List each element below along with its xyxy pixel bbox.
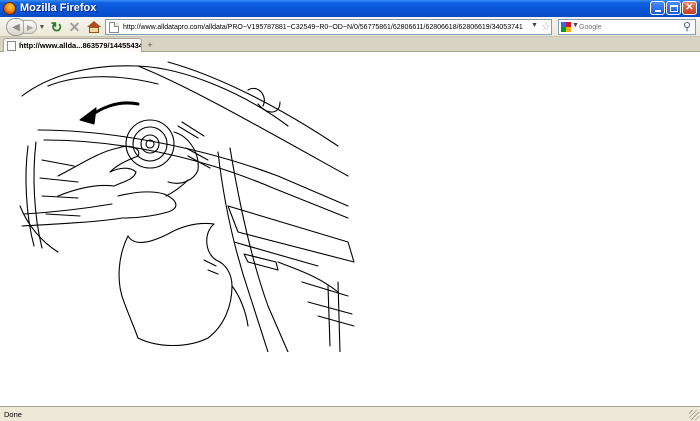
close-icon: ✕ xyxy=(685,2,694,13)
navigation-toolbar: ◀ ▶ ▼ ↻ ✕ http://www.alldatapro.com/alld… xyxy=(0,17,700,37)
tab-label: http://www.allda...863579/144554346 xyxy=(19,41,141,50)
search-input[interactable] xyxy=(579,21,679,33)
reload-button[interactable]: ↻ xyxy=(48,18,65,36)
resize-grip-icon[interactable] xyxy=(689,410,699,420)
bookmark-star-icon[interactable]: ☆ xyxy=(541,20,551,34)
status-text: Done xyxy=(4,410,22,419)
maximize-button[interactable] xyxy=(666,1,681,15)
tab-strip: http://www.allda...863579/144554346 + xyxy=(0,37,700,52)
google-engine-icon[interactable] xyxy=(561,22,571,32)
url-history-dropdown-icon[interactable]: ▼ xyxy=(531,22,539,29)
page-favicon-icon xyxy=(109,22,119,33)
close-button[interactable]: ✕ xyxy=(682,1,697,15)
firefox-icon xyxy=(3,2,16,15)
page-content xyxy=(0,52,700,406)
back-arrow-icon: ◀ xyxy=(12,21,20,33)
stop-button[interactable]: ✕ xyxy=(66,18,83,36)
window-title: Mozilla Firefox xyxy=(20,2,97,14)
home-icon xyxy=(86,21,101,33)
tab-active[interactable]: http://www.allda...863579/144554346 xyxy=(3,38,142,52)
tab-favicon-icon xyxy=(7,41,16,51)
repair-illustration xyxy=(19,61,355,352)
maximize-icon xyxy=(669,4,678,12)
search-bar[interactable]: ▼ ⚲ xyxy=(558,19,696,35)
address-bar[interactable]: http://www.alldatapro.com/alldata/PRO~V1… xyxy=(105,19,552,35)
chevron-down-icon: ▼ xyxy=(38,23,46,31)
minimize-icon xyxy=(654,10,661,12)
stop-icon: ✕ xyxy=(68,18,81,35)
magnifier-icon[interactable]: ⚲ xyxy=(683,20,695,34)
status-bar: Done xyxy=(0,406,700,421)
forward-arrow-icon: ▶ xyxy=(26,22,34,32)
url-input[interactable]: http://www.alldatapro.com/alldata/PRO~V1… xyxy=(123,22,523,34)
new-tab-button[interactable]: + xyxy=(145,39,155,50)
home-button[interactable] xyxy=(85,18,102,36)
search-engine-dropdown-icon[interactable]: ▼ xyxy=(572,22,579,29)
minimize-button[interactable] xyxy=(650,1,665,15)
forward-button[interactable]: ▶ xyxy=(23,20,37,34)
plus-icon: + xyxy=(147,39,153,50)
history-dropdown-button[interactable]: ▼ xyxy=(38,18,46,36)
title-bar: Mozilla Firefox ✕ xyxy=(0,0,700,17)
reload-icon: ↻ xyxy=(50,18,63,35)
